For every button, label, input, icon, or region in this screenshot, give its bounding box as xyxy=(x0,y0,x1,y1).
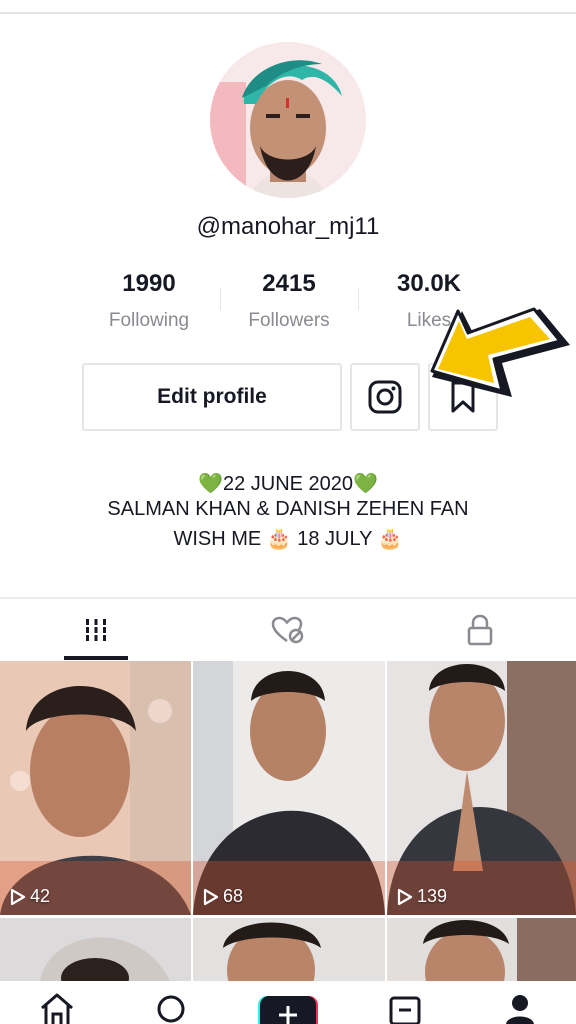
profile-icon xyxy=(506,995,534,1024)
video-thumbnail[interactable]: 68 xyxy=(193,661,385,915)
video-thumbnail[interactable] xyxy=(193,918,385,981)
tab-videos[interactable] xyxy=(0,599,192,661)
lock-icon xyxy=(467,614,493,646)
bottom-nav xyxy=(0,984,576,1024)
avatar[interactable] xyxy=(210,42,366,198)
edit-profile-button[interactable]: Edit profile xyxy=(82,363,342,431)
video-preview xyxy=(387,918,576,981)
liked-hidden-icon xyxy=(271,616,304,644)
view-count: 42 xyxy=(10,886,50,907)
instagram-button[interactable] xyxy=(350,363,420,431)
video-thumbnail[interactable]: 42 xyxy=(0,661,191,915)
following-label: Following xyxy=(108,310,190,331)
view-count: 68 xyxy=(203,886,243,907)
video-preview xyxy=(387,661,576,915)
username: @manohar_mj11 xyxy=(196,213,380,240)
view-count-value: 139 xyxy=(417,886,448,906)
nav-discover[interactable] xyxy=(142,992,202,1024)
instagram-icon xyxy=(368,380,402,414)
tab-liked[interactable] xyxy=(192,599,384,661)
tab-private[interactable] xyxy=(384,599,576,661)
following-stat[interactable]: 1990 Following xyxy=(79,270,219,332)
video-thumbnail[interactable]: 139 xyxy=(387,661,576,915)
following-count: 1990 xyxy=(122,270,176,297)
avatar-photo xyxy=(210,42,366,198)
inbox-icon xyxy=(389,996,421,1024)
video-preview xyxy=(0,918,191,981)
active-tab-indicator xyxy=(64,656,128,660)
profile-tabs xyxy=(0,597,576,663)
followers-label: Followers xyxy=(248,310,330,331)
view-count: 139 xyxy=(397,886,447,907)
nav-create[interactable] xyxy=(258,992,318,1024)
view-count-value: 42 xyxy=(30,886,51,906)
create-icon xyxy=(258,996,318,1024)
followers-stat[interactable]: 2415 Followers xyxy=(219,270,359,332)
nav-inbox[interactable] xyxy=(375,992,435,1024)
grid-icon xyxy=(86,619,106,641)
bio-line-3: WISH ME 🎂 18 JULY 🎂 xyxy=(173,528,403,550)
likes-count: 30.0K xyxy=(396,270,462,297)
nav-home[interactable] xyxy=(27,992,87,1024)
view-count-value: 68 xyxy=(223,886,244,906)
video-thumbnail[interactable] xyxy=(387,918,576,981)
play-icon xyxy=(203,888,219,905)
video-preview xyxy=(193,918,385,981)
bio-line-1: 💚22 JUNE 2020💚 xyxy=(198,473,378,495)
followers-count: 2415 xyxy=(262,270,316,297)
video-thumbnail[interactable] xyxy=(0,918,191,981)
home-icon xyxy=(41,993,73,1024)
video-preview xyxy=(0,661,191,915)
bio-line-2: SALMAN KHAN & DANISH ZEHEN FAN xyxy=(107,498,469,520)
status-divider xyxy=(0,12,576,14)
play-icon xyxy=(397,888,413,905)
video-preview xyxy=(193,661,385,915)
video-grid: 42 68 139 xyxy=(0,661,576,981)
discover-icon xyxy=(157,995,185,1023)
play-icon xyxy=(10,888,26,905)
nav-profile[interactable] xyxy=(490,992,550,1024)
annotation-arrow xyxy=(430,307,570,397)
